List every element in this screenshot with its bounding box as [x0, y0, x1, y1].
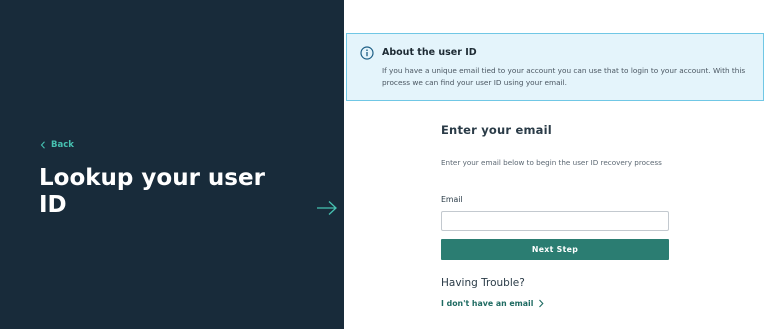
back-label: Back	[51, 140, 74, 150]
info-body: If you have a unique email tied to your …	[382, 66, 746, 87]
trouble-heading: Having Trouble?	[441, 277, 525, 289]
form-description: Enter your email below to begin the user…	[441, 158, 662, 167]
email-input[interactable]	[441, 211, 669, 231]
email-label: Email	[441, 195, 463, 204]
chevron-left-icon	[40, 141, 45, 149]
left-panel: Back Lookup your user ID	[0, 0, 344, 329]
page-title: Lookup your user ID	[39, 165, 265, 218]
form-title: Enter your email	[441, 123, 552, 137]
no-email-label: I don't have an email	[441, 299, 534, 308]
arrow-right-icon	[317, 201, 337, 215]
info-title: About the user ID	[382, 47, 477, 58]
chevron-right-icon	[539, 299, 544, 308]
info-circle-icon	[360, 46, 374, 60]
back-link[interactable]: Back	[40, 140, 74, 150]
no-email-link[interactable]: I don't have an email	[441, 299, 544, 308]
info-box: About the user ID If you have a unique e…	[346, 33, 764, 101]
next-step-button[interactable]: Next Step	[441, 239, 669, 260]
